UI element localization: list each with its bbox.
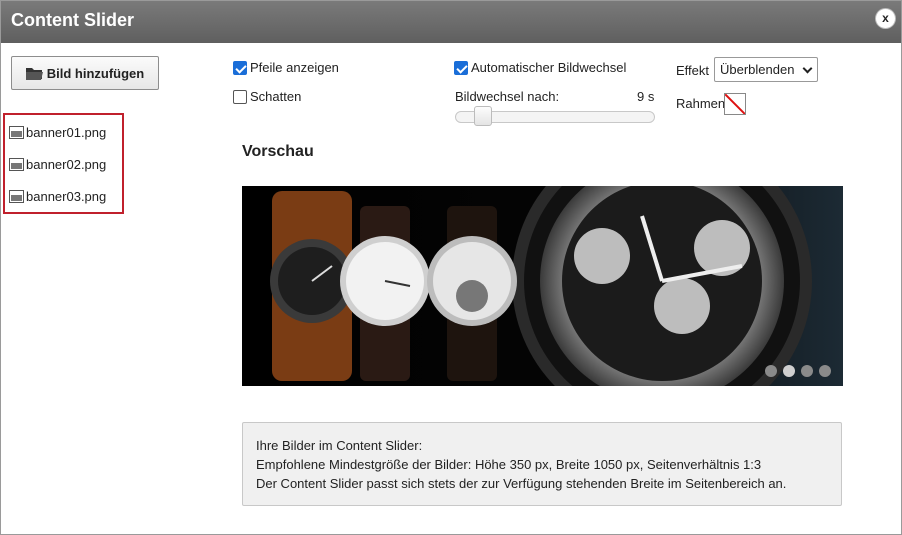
checkbox-checked-icon <box>233 60 247 75</box>
image-file-icon <box>9 189 24 203</box>
preview-title: Vorschau <box>242 143 314 160</box>
frame-label: Rahmen <box>676 96 726 111</box>
file-item-banner03[interactable]: banner03.png <box>9 187 106 205</box>
show-arrows-label: Pfeile anzeigen <box>250 60 339 75</box>
close-icon[interactable]: x <box>876 9 895 28</box>
file-name: banner02.png <box>26 156 107 172</box>
checkbox-unchecked-icon <box>233 89 247 104</box>
checkbox-checked-icon <box>454 60 468 75</box>
chevron-down-icon <box>802 63 813 74</box>
interval-label: Bildwechsel nach: <box>455 89 560 104</box>
frame-color-none-swatch[interactable] <box>724 93 746 115</box>
dialog-titlebar: Content Slider x <box>1 1 901 43</box>
interval-value: 9 s <box>637 89 655 104</box>
effect-selected-value: Überblenden <box>720 62 795 77</box>
add-image-button[interactable]: Bild hinzufügen <box>11 56 159 90</box>
folder-icon <box>25 67 43 80</box>
file-name: banner03.png <box>26 188 107 204</box>
preview-slide-image <box>242 186 843 386</box>
info-line: Der Content Slider passt sich stets der … <box>256 476 787 491</box>
file-item-banner02[interactable]: banner02.png <box>9 155 106 173</box>
slide-indicator <box>765 365 831 377</box>
effect-select[interactable]: Überblenden <box>714 57 818 82</box>
image-file-icon <box>9 125 24 139</box>
effect-label: Effekt <box>676 63 710 78</box>
slide-dot[interactable] <box>819 365 831 377</box>
slide-dot[interactable] <box>765 365 777 377</box>
image-file-icon <box>9 157 24 171</box>
file-item-banner01[interactable]: banner01.png <box>9 123 106 141</box>
info-line: Ihre Bilder im Content Slider: <box>256 438 423 453</box>
dialog-title: Content Slider <box>11 10 135 30</box>
show-arrows-checkbox[interactable]: Pfeile anzeigen <box>233 60 339 75</box>
file-name: banner01.png <box>26 124 107 140</box>
info-box: Ihre Bilder im Content Slider: Empfohlen… <box>242 422 842 506</box>
shadow-checkbox[interactable]: Schatten <box>233 89 301 104</box>
add-image-label: Bild hinzufügen <box>46 65 145 81</box>
slide-dot[interactable] <box>801 365 813 377</box>
image-file-list: banner01.png banner02.png banner03.png <box>3 113 124 214</box>
interval-slider-handle[interactable] <box>474 106 492 126</box>
auto-change-label: Automatischer Bildwechsel <box>471 60 627 75</box>
info-line: Empfohlene Mindestgröße der Bilder: Höhe… <box>256 457 762 472</box>
shadow-label: Schatten <box>250 89 302 104</box>
content-slider-dialog: Content Slider x Bild hinzufügen banner0… <box>0 0 902 535</box>
auto-change-checkbox[interactable]: Automatischer Bildwechsel <box>454 60 626 75</box>
slide-dot-active[interactable] <box>783 365 795 377</box>
watches-banner-image <box>242 186 843 386</box>
